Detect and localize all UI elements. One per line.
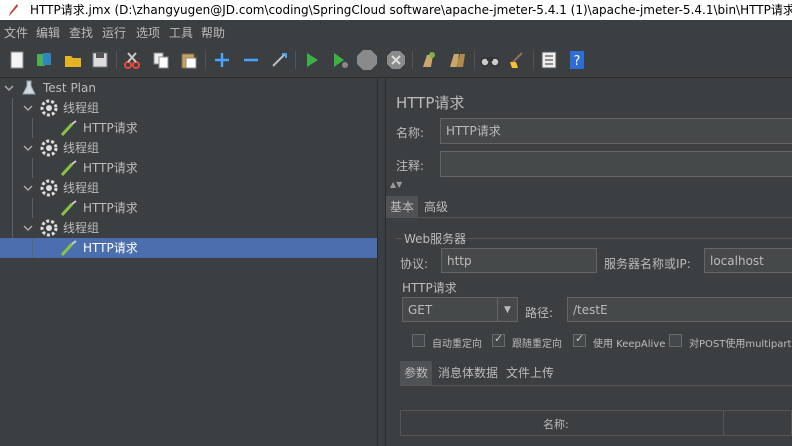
start-icon[interactable] (301, 49, 323, 71)
gear-icon (40, 99, 58, 117)
multipart-checkbox[interactable] (669, 334, 682, 347)
test-plan-icon (22, 80, 36, 95)
parameters-table-header: 名称: (400, 410, 792, 436)
search-icon[interactable] (479, 49, 501, 71)
path-field[interactable]: /testE (567, 297, 792, 322)
tree-http-request[interactable]: HTTP请求 (83, 158, 138, 178)
follow-redirects-checkbox[interactable] (492, 332, 505, 347)
new-icon[interactable] (6, 49, 28, 71)
chevron-down-icon[interactable] (23, 103, 33, 113)
menu-run[interactable]: 运行 (102, 24, 126, 41)
function-helper-icon[interactable] (538, 49, 560, 71)
follow-redirects-auto-checkbox[interactable] (412, 334, 425, 347)
paste-icon[interactable] (178, 49, 200, 71)
jmeter-feather-icon (9, 4, 18, 16)
config-tabs: 基本 高级 (386, 196, 792, 218)
copy-icon[interactable] (150, 49, 172, 71)
checkbox-label: 使用 KeepAlive (593, 339, 666, 350)
checkbox-label: 自动重定向 (432, 339, 482, 350)
gear-icon (40, 219, 58, 237)
pane-splitter[interactable] (377, 78, 386, 446)
menu-tools[interactable]: 工具 (169, 24, 193, 41)
clear-icon[interactable] (417, 49, 439, 71)
method-select[interactable]: GET ▼ (402, 297, 518, 322)
start-no-pause-icon[interactable] (329, 49, 351, 71)
templates-icon[interactable] (33, 49, 55, 71)
cut-icon[interactable] (121, 49, 143, 71)
column-header-name: 名称: (543, 418, 569, 431)
chevron-down-icon[interactable] (4, 83, 14, 93)
menu-file[interactable]: 文件 (4, 24, 28, 41)
toggle-icon[interactable] (268, 49, 290, 71)
panel-title: HTTP请求 (396, 94, 465, 112)
svg-text:?: ? (574, 54, 581, 69)
chevron-down-icon[interactable] (23, 183, 33, 193)
chevron-down-icon[interactable] (23, 143, 33, 153)
open-icon[interactable] (62, 49, 84, 71)
http-request-panel: HTTP请求 名称: HTTP请求 注释: ▲▼ 基本 高级 Web服务器 协议… (386, 78, 792, 446)
menu-options[interactable]: 选项 (136, 24, 160, 41)
tree-http-request[interactable]: HTTP请求 (83, 198, 138, 218)
http-request-title: HTTP请求 (402, 281, 457, 295)
tree-http-request[interactable]: HTTP请求 (83, 118, 138, 138)
checkbox-label: 跟随重定向 (512, 339, 562, 350)
tab-parameters[interactable]: 参数 (400, 361, 433, 385)
web-server-title: Web服务器 (402, 230, 469, 247)
save-icon[interactable] (89, 49, 111, 71)
chevron-down-icon[interactable]: ▼ (497, 298, 517, 321)
path-label: 路径: (525, 306, 554, 320)
tree-thread-group[interactable]: 线程组 (63, 178, 99, 198)
title-bar: HTTP请求.jmx (D:\zhangyugen@JD.com\coding\… (0, 0, 792, 20)
method-value: GET (408, 303, 433, 317)
menu-help[interactable]: 帮助 (201, 24, 225, 41)
checkbox-label: 对POST使用multipart / (689, 339, 792, 350)
menu-search[interactable]: 查找 (69, 24, 93, 41)
tree-thread-group[interactable]: 线程组 (63, 138, 99, 158)
test-plan-tree: Test Plan 线程组 HTTP请求 线程组 HTTP请求 线程组 HTTP… (0, 78, 377, 446)
stop-icon[interactable] (356, 49, 378, 71)
protocol-label: 协议: (400, 257, 429, 271)
comment-field[interactable] (440, 151, 792, 177)
tree-selection-highlight (0, 238, 377, 258)
window-title: HTTP请求.jmx (D:\zhangyugen@JD.com\coding\… (30, 3, 792, 17)
shutdown-icon[interactable] (385, 49, 407, 71)
protocol-field[interactable]: http (441, 248, 597, 273)
gear-icon (40, 139, 58, 157)
menu-bar: 文件 编辑 查找 运行 选项 工具 帮助 (0, 20, 792, 42)
chevron-down-icon[interactable] (23, 223, 33, 233)
server-label: 服务器名称或IP: (604, 257, 691, 271)
expand-icon[interactable] (211, 49, 233, 71)
server-field[interactable]: localhost (704, 248, 792, 273)
tree-http-request-selected[interactable]: HTTP请求 (83, 238, 138, 258)
toolbar: ? (0, 42, 792, 78)
tree-thread-group[interactable]: 线程组 (63, 218, 99, 238)
name-label: 名称: (396, 126, 425, 140)
sampler-pipette-icon (60, 200, 77, 216)
sampler-pipette-icon (60, 120, 77, 136)
tab-file-upload[interactable]: 文件上传 (502, 361, 558, 385)
menu-edit[interactable]: 编辑 (36, 24, 60, 41)
sampler-pipette-icon (60, 160, 77, 176)
help-icon[interactable]: ? (566, 49, 588, 71)
name-field[interactable]: HTTP请求 (440, 118, 792, 144)
sampler-pipette-icon (60, 240, 77, 256)
tree-thread-group[interactable]: 线程组 (63, 98, 99, 118)
collapse-arrows-icon[interactable]: ▲▼ (390, 180, 402, 189)
keepalive-checkbox[interactable] (573, 332, 586, 347)
comment-label: 注释: (396, 159, 425, 173)
tab-basic[interactable]: 基本 (386, 196, 419, 218)
tree-root-test-plan[interactable]: Test Plan (43, 78, 96, 98)
gear-icon (40, 179, 58, 197)
reset-search-icon[interactable] (506, 49, 528, 71)
tab-advanced[interactable]: 高级 (420, 196, 452, 218)
clear-all-icon[interactable] (446, 49, 468, 71)
collapse-icon[interactable] (240, 49, 262, 71)
tab-body-data[interactable]: 消息体数据 (434, 361, 502, 385)
